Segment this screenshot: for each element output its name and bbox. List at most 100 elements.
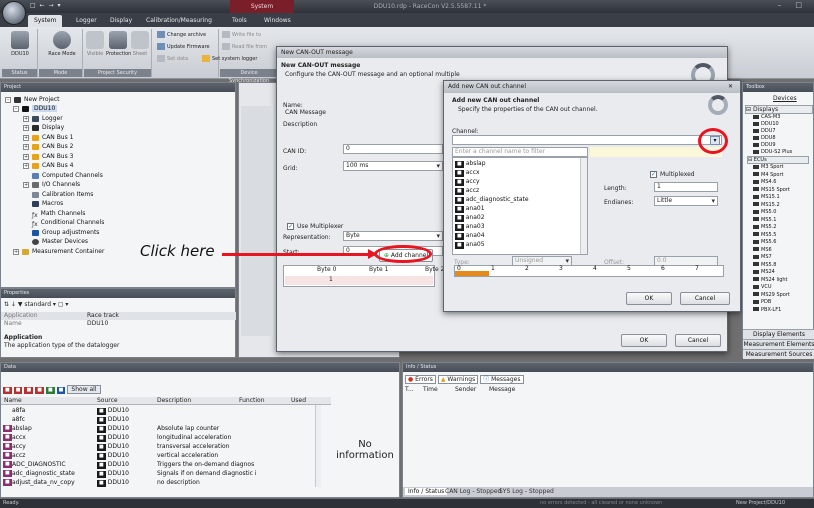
- tab-calibration[interactable]: Calibration/Measuring: [140, 15, 218, 27]
- add-channel-ok-button[interactable]: OK: [626, 292, 672, 305]
- toolbox-item[interactable]: M3 Sport: [753, 164, 784, 170]
- tab-display[interactable]: Display: [104, 15, 138, 27]
- visible-button[interactable]: Visible: [84, 31, 106, 57]
- grid-select[interactable]: 100 ms: [343, 161, 443, 171]
- toolbox-item[interactable]: PDB: [753, 299, 771, 305]
- table-row[interactable]: ■ abslap ■ DDU10 Absolute lap counter: [1, 424, 321, 433]
- table-row[interactable]: a8fc ■ DDU10: [1, 415, 321, 424]
- column-function[interactable]: Function: [239, 397, 265, 404]
- close-icon[interactable]: ✕: [728, 83, 733, 90]
- tree-display[interactable]: + Display: [23, 123, 64, 132]
- channel-input[interactable]: [452, 135, 722, 145]
- tree-can-bus-1[interactable]: + CAN Bus 1: [23, 133, 73, 142]
- can-out-cancel-button[interactable]: Cancel: [675, 334, 721, 347]
- ddu10-button[interactable]: DDU10: [5, 31, 35, 57]
- table-row[interactable]: ■ accx ■ DDU10 longitudinal acceleration: [1, 433, 321, 442]
- tree-measurement-container[interactable]: + Measurement Container: [13, 247, 104, 256]
- length-input[interactable]: 1: [654, 182, 718, 192]
- info-filter-bar[interactable]: ● Errors ▲ Warnings ⓘ Messages: [405, 374, 524, 384]
- tree-can-bus-2[interactable]: + CAN Bus 2: [23, 142, 73, 151]
- channel-item[interactable]: ■ accz: [455, 186, 587, 195]
- channel-item[interactable]: ■ ana04: [455, 231, 587, 240]
- read-file-button[interactable]: Read file from: [222, 43, 267, 52]
- table-row[interactable]: ■ adc_diagnostic_state ■ DDU10 Signals if on…: [1, 469, 321, 478]
- toolbox-item[interactable]: MS15.2: [753, 202, 780, 208]
- toolbox-item[interactable]: MS6: [753, 247, 772, 253]
- toolbox-item[interactable]: PBX-LF1: [753, 307, 781, 313]
- can-out-ok-button[interactable]: OK: [621, 334, 667, 347]
- tree-ddu10[interactable]: – DDU10: [13, 104, 58, 113]
- quick-access-toolbar[interactable]: □ ← → ▾: [30, 2, 61, 9]
- devices-link[interactable]: Devices: [773, 95, 797, 102]
- channel-item[interactable]: ■ ana05: [455, 240, 587, 249]
- data-table-scrollbar[interactable]: [315, 405, 321, 487]
- toolbox-item[interactable]: MS29 Sport: [753, 292, 790, 298]
- app-menu-button[interactable]: [2, 1, 26, 25]
- tree-computed-channels[interactable]: Computed Channels: [32, 171, 103, 180]
- channel-item[interactable]: ■ accy: [455, 177, 587, 186]
- tab-info-status[interactable]: Info / Status: [405, 488, 448, 495]
- table-row[interactable]: ■ adjust_data_nv_copy ■ DDU10 no description: [1, 478, 321, 487]
- use-multiplexer-checkbox[interactable]: ✓ Use Multiplexer: [287, 223, 343, 230]
- toolbox-item[interactable]: MS5.5: [753, 232, 776, 238]
- tree-master-devices[interactable]: Master Devices: [32, 237, 88, 246]
- displays-group[interactable]: ⊟ Displays: [745, 105, 813, 114]
- set-system-logger-button[interactable]: Set system logger: [202, 55, 257, 64]
- column-description[interactable]: Description: [157, 397, 191, 404]
- add-channel-cancel-button[interactable]: Cancel: [680, 292, 730, 305]
- tab-sys-log[interactable]: SYS Log - Stopped: [499, 488, 554, 495]
- tree-math-channels[interactable]: ƒx Math Channels: [32, 209, 85, 219]
- representation-select[interactable]: Byte: [343, 231, 443, 241]
- tab-tools[interactable]: Tools: [226, 15, 253, 27]
- update-firmware-button[interactable]: Update Firmware: [157, 43, 210, 52]
- tab-can-log[interactable]: CAN Log - Stopped: [445, 488, 501, 495]
- toolbox-item[interactable]: MS24 light: [753, 277, 788, 283]
- toolbox-item[interactable]: DDU8: [753, 135, 776, 141]
- toolbox-item[interactable]: MS7: [753, 254, 772, 260]
- channel-item[interactable]: ■ adc_diagnostic_state: [455, 195, 587, 204]
- endianes-select[interactable]: Little: [654, 196, 718, 206]
- column-name[interactable]: Name: [4, 397, 22, 404]
- change-archive-button[interactable]: Change archive: [157, 31, 206, 40]
- toolbox-item[interactable]: MS4.6: [753, 179, 776, 185]
- toolbox-item[interactable]: VCU: [753, 284, 772, 290]
- toolbox-item[interactable]: DDU10: [753, 121, 779, 127]
- toolbox-item[interactable]: MS5.8: [753, 262, 776, 268]
- column-used[interactable]: Used: [291, 397, 306, 404]
- table-row[interactable]: a8fa ■ DDU10: [1, 406, 321, 415]
- byte-row-value[interactable]: 1: [329, 276, 333, 283]
- toolbox-item[interactable]: MS5.1: [753, 217, 776, 223]
- write-file-button[interactable]: Write file to: [222, 31, 261, 40]
- channel-list-scrollbar[interactable]: [580, 158, 587, 254]
- data-toolbar[interactable]: ■ ■ ■ ■ ■ ■ Show all: [3, 385, 101, 394]
- channel-item[interactable]: ■ abslap: [455, 159, 587, 168]
- tree-can-bus-3[interactable]: + CAN Bus 3: [23, 152, 73, 161]
- toolbox-item[interactable]: MS15 Sport: [753, 187, 790, 193]
- table-row[interactable]: ■ ADC_DIAGNOSTIC ■ DDU10 Triggers the on-dem…: [1, 460, 321, 469]
- tree-group-adjustments[interactable]: Group adjustments: [32, 228, 99, 237]
- ecus-group[interactable]: ⊟ ECUs: [747, 156, 809, 164]
- toolbox-item[interactable]: MS5.6: [753, 239, 776, 245]
- tab-logger[interactable]: Logger: [70, 15, 103, 27]
- toolbox-item[interactable]: DDU9: [753, 142, 776, 148]
- set-data-button[interactable]: Set data: [157, 55, 188, 64]
- tree-io-channels[interactable]: + I/O Channels: [23, 180, 80, 189]
- window-controls[interactable]: – □: [778, 1, 808, 9]
- channel-item[interactable]: ■ ana02: [455, 213, 587, 222]
- table-row[interactable]: ■ accz ■ DDU10 vertical acceleration: [1, 451, 321, 460]
- tab-system[interactable]: System: [28, 15, 63, 27]
- channel-item[interactable]: ■ ana01: [455, 204, 587, 213]
- toolbox-item[interactable]: DDU-S2 Plus: [753, 149, 792, 155]
- properties-sort-toolbar[interactable]: ⇅ ↓ ▼ standard ▾ ▢ ▾: [4, 301, 68, 308]
- tree-can-bus-4[interactable]: + CAN Bus 4: [23, 161, 73, 170]
- toolbox-item[interactable]: MS5.0: [753, 209, 776, 215]
- toolbox-item[interactable]: MS24: [753, 269, 775, 275]
- protection-button[interactable]: Protection: [106, 31, 131, 57]
- sheet-locked-button[interactable]: Sheet: [130, 31, 150, 57]
- tree-logger[interactable]: + Logger: [23, 114, 63, 123]
- table-row[interactable]: ■ accy ■ DDU10 transversal acceleration: [1, 442, 321, 451]
- toolbox-item[interactable]: MS15.1: [753, 194, 780, 200]
- race-mode-button[interactable]: Race Mode: [45, 31, 79, 57]
- column-source[interactable]: Source: [97, 397, 118, 404]
- toolbox-item[interactable]: CAS-M3: [753, 114, 780, 120]
